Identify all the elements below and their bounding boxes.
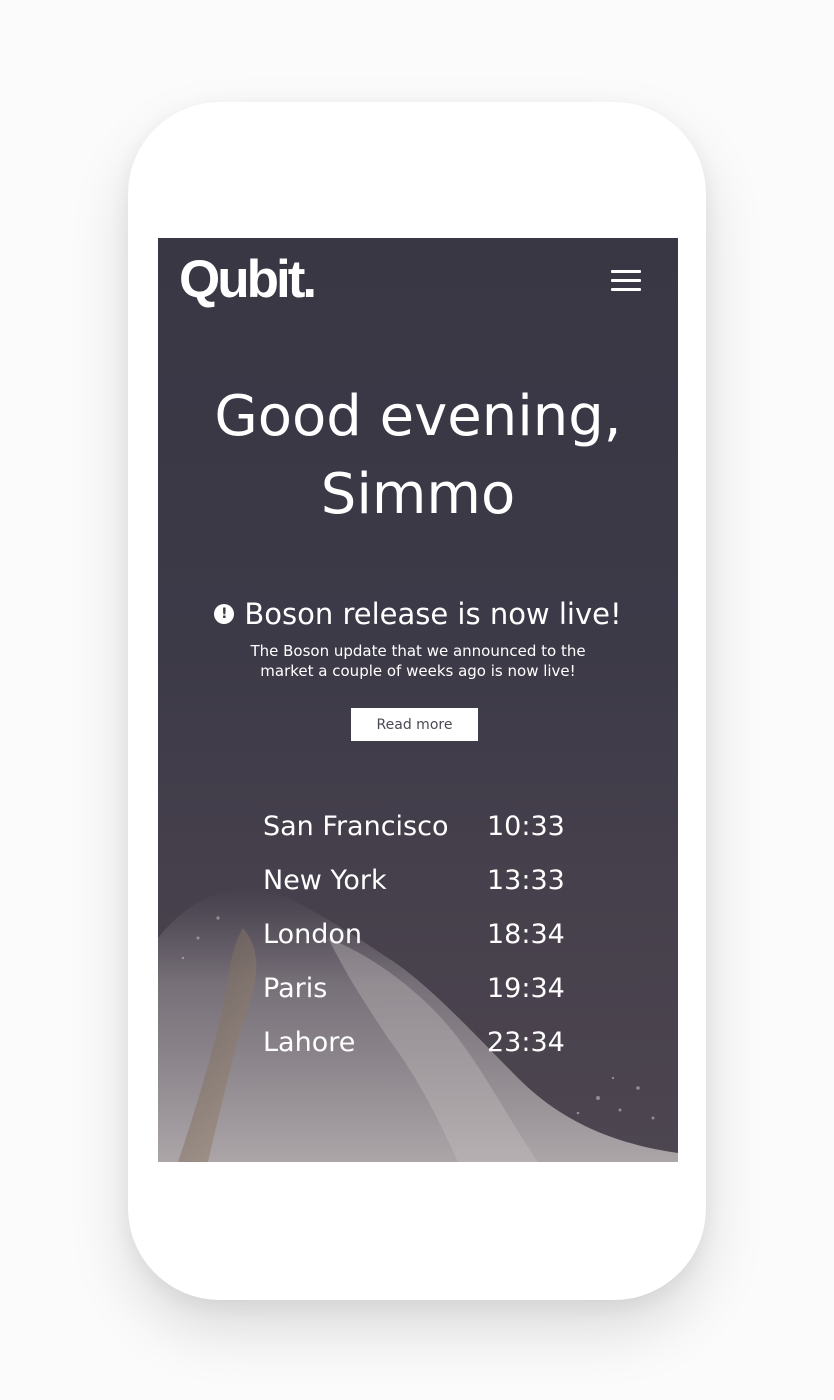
clock-row: New York 13:33 bbox=[263, 854, 583, 908]
clock-time: 19:34 bbox=[487, 973, 565, 1004]
clock-time: 18:34 bbox=[487, 919, 565, 950]
clock-time: 10:33 bbox=[487, 811, 565, 842]
menu-line bbox=[611, 288, 641, 291]
greeting-heading: Good evening, Simmo bbox=[214, 384, 622, 527]
qubit-logo[interactable]: Qubit. bbox=[179, 250, 317, 310]
clock-row: San Francisco 10:33 bbox=[263, 800, 583, 854]
announcement-header: ! Boson release is now live! bbox=[158, 594, 678, 634]
clock-city: London bbox=[263, 919, 362, 950]
announcement-title: Boson release is now live! bbox=[244, 597, 622, 631]
clock-row: Paris 19:34 bbox=[263, 962, 583, 1016]
clock-city: San Francisco bbox=[263, 811, 449, 842]
menu-line bbox=[611, 279, 641, 282]
read-more-button[interactable]: Read more bbox=[351, 708, 478, 741]
mockup-stage: Qubit. Good evening, Simmo ! Boson relea… bbox=[0, 0, 834, 1400]
clock-time: 23:34 bbox=[487, 1027, 565, 1058]
clock-city: Lahore bbox=[263, 1027, 356, 1058]
clock-time: 13:33 bbox=[487, 865, 565, 896]
clock-city: Paris bbox=[263, 973, 328, 1004]
clock-city: New York bbox=[263, 865, 387, 896]
top-bar: Qubit. bbox=[158, 238, 678, 328]
clock-row: London 18:34 bbox=[263, 908, 583, 962]
alert-circle-icon: ! bbox=[214, 604, 235, 624]
world-clock-list: San Francisco 10:33 New York 13:33 Londo… bbox=[263, 800, 583, 1070]
menu-line bbox=[611, 270, 641, 273]
clock-row: Lahore 23:34 bbox=[263, 1016, 583, 1070]
announcement-description: The Boson update that we announced to th… bbox=[250, 642, 586, 680]
hamburger-menu-icon[interactable] bbox=[608, 268, 644, 296]
announcement-title-group: ! Boson release is now live! bbox=[214, 594, 622, 634]
app-screen: Qubit. Good evening, Simmo ! Boson relea… bbox=[158, 238, 678, 1162]
